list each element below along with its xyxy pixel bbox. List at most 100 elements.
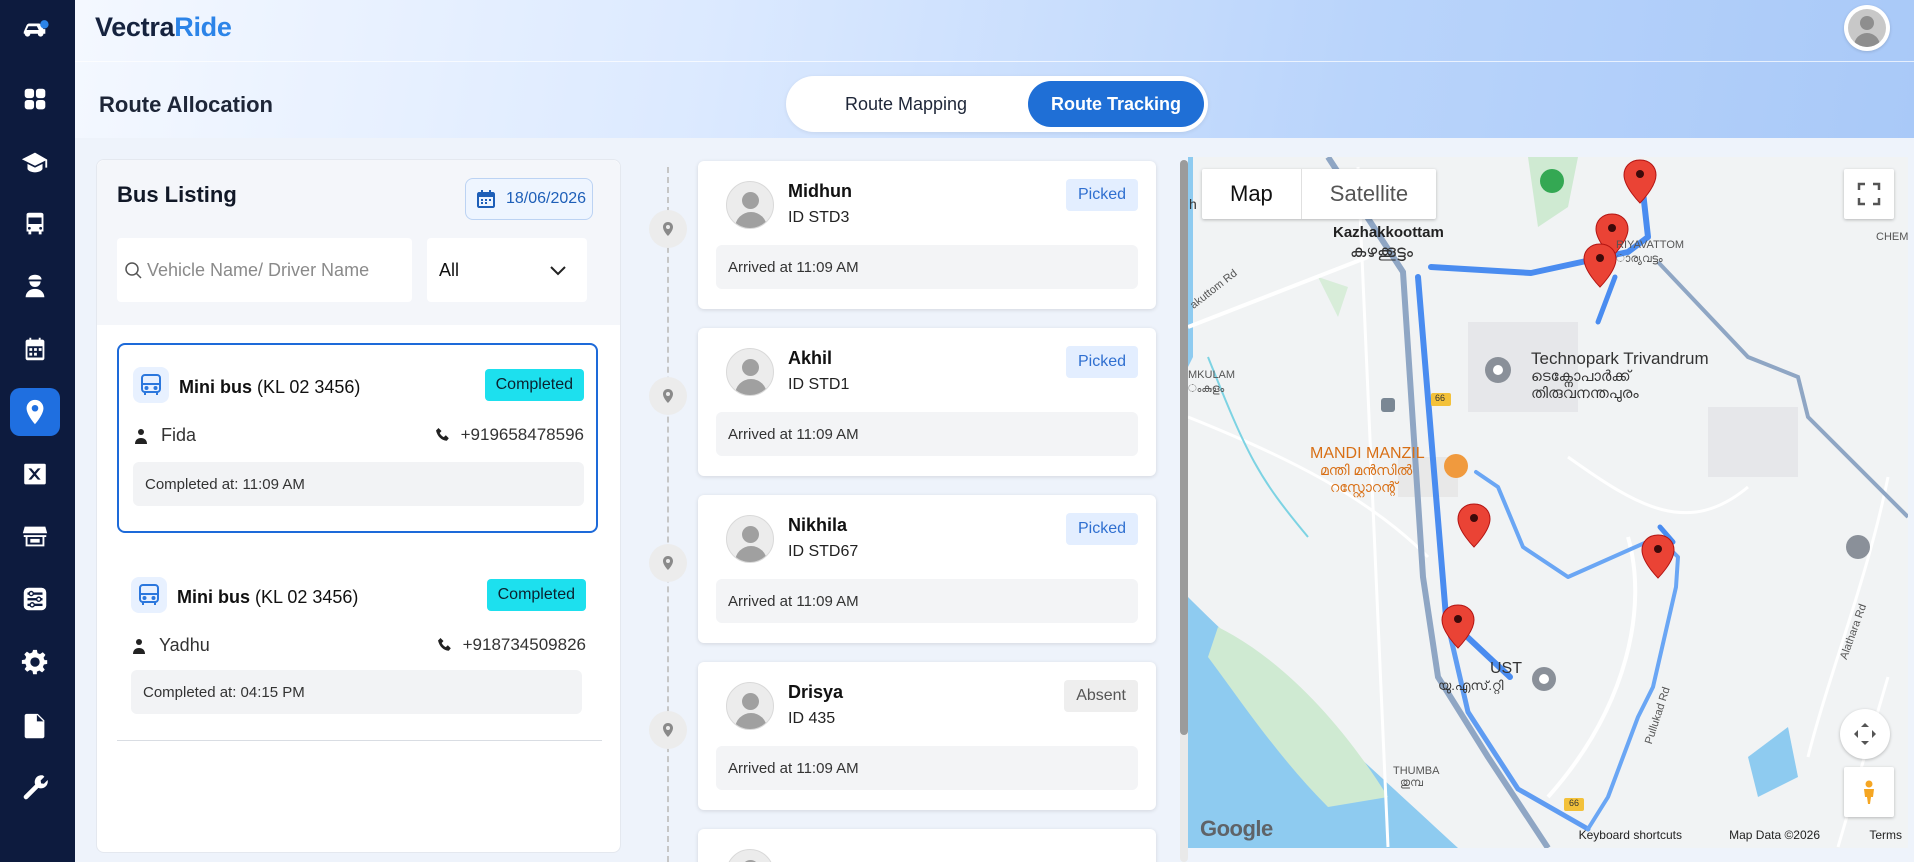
sidebar-item-home[interactable] bbox=[10, 6, 60, 54]
map-label: തുമ്പ bbox=[1400, 777, 1423, 789]
sidebar-item-students[interactable] bbox=[10, 138, 60, 186]
scrollbar-thumb[interactable] bbox=[1180, 160, 1188, 735]
map-label: ടെക്നോപാർക്ക് bbox=[1531, 368, 1631, 385]
user-avatar[interactable] bbox=[1844, 5, 1890, 51]
bus-type: Mini bus bbox=[179, 377, 252, 397]
brand-name-accent: Ride bbox=[174, 12, 232, 42]
map-label: MKULAM bbox=[1188, 369, 1236, 381]
list-settings-icon bbox=[23, 587, 47, 611]
sidebar-item-drivers[interactable] bbox=[10, 262, 60, 310]
sidebar-item-reports[interactable] bbox=[10, 702, 60, 750]
sidebar-item-store[interactable] bbox=[10, 512, 60, 560]
map-label: മന്തി മൻസിൽ bbox=[1320, 462, 1413, 478]
driver-icon bbox=[25, 274, 45, 298]
sidebar-item-route-map[interactable] bbox=[10, 450, 60, 498]
driver-info: Yadhu bbox=[131, 635, 210, 656]
store-icon bbox=[22, 526, 48, 547]
status-filter-select[interactable]: All bbox=[427, 238, 587, 302]
fullscreen-button[interactable] bbox=[1844, 169, 1894, 219]
map-label: MANDI MANZIL bbox=[1310, 445, 1425, 462]
arrival-time: Arrived at 11:09 AM bbox=[716, 579, 1138, 623]
status-badge: Completed bbox=[484, 369, 584, 401]
search-input[interactable] bbox=[147, 259, 397, 281]
student-name: Nikhila bbox=[788, 515, 848, 535]
calendar-icon bbox=[477, 190, 495, 208]
map-label: CHEMI bbox=[1876, 231, 1908, 243]
student-avatar bbox=[726, 181, 774, 229]
sidebar bbox=[0, 0, 75, 862]
map-label: തിരുവനന്തപുരം bbox=[1531, 385, 1639, 402]
map-canvas bbox=[1188, 157, 1908, 848]
keyboard-shortcuts-link[interactable]: Keyboard shortcuts bbox=[1579, 828, 1682, 842]
person-icon bbox=[133, 638, 145, 654]
terms-link[interactable]: Terms bbox=[1869, 828, 1902, 842]
street-view-button[interactable] bbox=[1844, 767, 1894, 817]
student-card[interactable] bbox=[698, 829, 1156, 862]
bus-icon bbox=[133, 367, 169, 403]
bus-icon bbox=[131, 577, 167, 613]
tab-route-tracking[interactable]: Route Tracking bbox=[1028, 81, 1204, 127]
location-pin-icon bbox=[663, 389, 673, 403]
search-icon bbox=[125, 262, 142, 279]
route-map[interactable]: Map Satellite Kazhakkoottam കഴക്കൂട്ടം T… bbox=[1188, 157, 1908, 848]
map-label: റസ്റ്റോറന്റ് bbox=[1330, 479, 1398, 495]
sidebar-item-schedule[interactable] bbox=[10, 325, 60, 373]
map-type-toggle: Map Satellite bbox=[1202, 169, 1437, 219]
bus-card[interactable]: Mini bus (KL 02 3456) Completed Yadhu +9… bbox=[117, 555, 598, 720]
phone-icon bbox=[437, 638, 451, 651]
map-label: THUMBA bbox=[1393, 765, 1440, 777]
status-badge: Picked bbox=[1065, 346, 1138, 378]
tab-route-mapping[interactable]: Route Mapping bbox=[796, 81, 1016, 127]
student-avatar bbox=[726, 515, 774, 563]
location-pin-icon bbox=[26, 399, 44, 425]
driver-phone[interactable]: +919658478596 bbox=[435, 425, 584, 445]
pegman-icon bbox=[1864, 780, 1874, 804]
bus-card[interactable]: Mini bus (KL 02 3456) Completed Fida +91… bbox=[117, 343, 598, 533]
graduation-cap-icon bbox=[21, 152, 48, 173]
bus-type: Mini bus bbox=[177, 587, 250, 607]
brand-logo[interactable]: VectraRide bbox=[95, 12, 232, 43]
arrival-time: Arrived at 11:09 AM bbox=[716, 245, 1138, 289]
map-label: യു.എസ്.റ്റി bbox=[1438, 678, 1504, 693]
student-card[interactable]: Midhun ID STD3 Picked Arrived at 11:09 A… bbox=[698, 161, 1156, 309]
student-card[interactable]: Nikhila ID STD67 Picked Arrived at 11:09… bbox=[698, 495, 1156, 643]
google-logo: Google bbox=[1200, 816, 1273, 841]
timeline-marker bbox=[649, 544, 687, 582]
map-label: Technopark Trivandrum bbox=[1531, 349, 1709, 368]
map-type-map-button[interactable]: Map bbox=[1202, 169, 1302, 219]
status-badge: Completed bbox=[486, 579, 586, 611]
bus-name: Mini bus (KL 02 3456) bbox=[177, 587, 358, 608]
map-label: കഴക്കൂട്ടം bbox=[1350, 242, 1413, 261]
student-id: ID STD3 bbox=[788, 209, 850, 226]
arrival-time: Arrived at 11:09 AM bbox=[716, 746, 1138, 790]
sidebar-item-settings[interactable] bbox=[10, 638, 60, 686]
map-label: RIYAVATTOM bbox=[1616, 239, 1685, 251]
student-card[interactable]: Akhil ID STD1 Picked Arrived at 11:09 AM bbox=[698, 328, 1156, 476]
map-type-satellite-button[interactable]: Satellite bbox=[1302, 169, 1436, 219]
sidebar-item-tools[interactable] bbox=[10, 764, 60, 812]
sidebar-item-routes[interactable] bbox=[10, 388, 60, 436]
map-label: ംകുളം bbox=[1188, 383, 1225, 395]
document-icon bbox=[24, 713, 45, 739]
map-label: 66 bbox=[1569, 798, 1580, 808]
date-picker[interactable]: 18/06/2026 bbox=[465, 178, 593, 220]
map-label: UST bbox=[1490, 660, 1522, 677]
student-name: Akhil bbox=[788, 348, 833, 368]
sidebar-item-dashboard[interactable] bbox=[10, 75, 60, 123]
bus-listing-header: Bus Listing 18/06/2026 All bbox=[97, 160, 620, 325]
sidebar-item-lists[interactable] bbox=[10, 575, 60, 623]
student-card[interactable]: Drisya ID 435 Absent Arrived at 11:09 AM bbox=[698, 662, 1156, 810]
map-label: ാര്യവട്ടം bbox=[1616, 253, 1663, 265]
bus-icon bbox=[26, 212, 44, 235]
search-container bbox=[117, 238, 412, 302]
header-divider bbox=[75, 61, 1914, 62]
user-avatar-icon bbox=[1848, 9, 1886, 47]
map-pan-button[interactable] bbox=[1840, 709, 1890, 759]
gear-icon bbox=[21, 649, 48, 675]
wrench-icon bbox=[23, 775, 48, 800]
bus-listing-title: Bus Listing bbox=[117, 182, 237, 207]
driver-phone[interactable]: +918734509826 bbox=[437, 635, 586, 655]
student-avatar bbox=[726, 682, 774, 730]
timeline-marker bbox=[649, 377, 687, 415]
sidebar-item-buses[interactable] bbox=[10, 200, 60, 248]
